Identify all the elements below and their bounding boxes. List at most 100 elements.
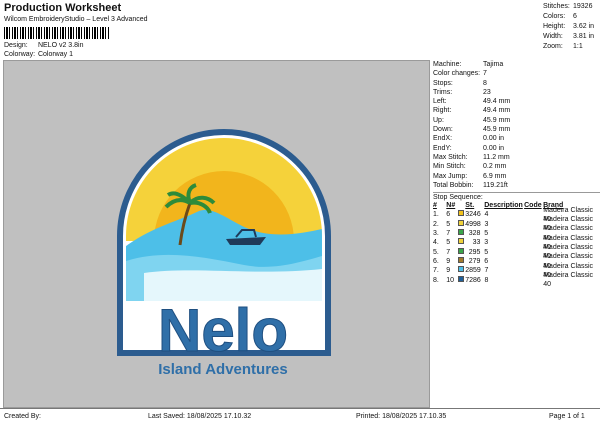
row-description: 8 bbox=[484, 276, 489, 284]
color-swatch bbox=[457, 229, 466, 238]
detail-value: 0.00 in bbox=[483, 135, 505, 143]
color-swatch-box bbox=[457, 210, 464, 217]
detail-row: Down: 45.9 mm bbox=[433, 125, 600, 134]
detail-value: 8 bbox=[483, 79, 487, 87]
color-swatch bbox=[457, 256, 466, 266]
detail-value: 49.4 mm bbox=[483, 98, 511, 106]
detail-row: Stops: 8 bbox=[433, 79, 600, 88]
detail-row: Total Bobbin: 119.21ft bbox=[433, 181, 600, 190]
design-value: NELO v2 3.8in bbox=[37, 42, 84, 49]
stat-row: Height: 3.62 in bbox=[543, 22, 600, 32]
detail-value: 6.9 mm bbox=[483, 172, 507, 180]
row-num: 6. bbox=[433, 257, 439, 265]
colorway-value: Colorway 1 bbox=[37, 51, 73, 58]
color-swatch-box bbox=[457, 256, 464, 263]
stat-row: Width: 3.81 in bbox=[543, 32, 600, 42]
row-stitches: 7286 bbox=[465, 276, 481, 284]
design-preview[interactable]: Nelo Island Adventures bbox=[3, 60, 430, 408]
design-stats: Stitches: 19326 Colors: 6 Height: 3.62 in W… bbox=[543, 2, 600, 52]
row-description: 5 bbox=[484, 230, 489, 238]
color-swatch bbox=[457, 210, 466, 219]
divider bbox=[433, 192, 600, 194]
detail-label: Down: bbox=[433, 126, 453, 134]
detail-row: Trims: 23 bbox=[433, 88, 600, 97]
row-num: 7. bbox=[433, 267, 439, 275]
detail-row: EndY: 0.00 in bbox=[433, 144, 600, 153]
row-description: 7 bbox=[484, 267, 489, 275]
sequence-title: Stop Sequence: bbox=[433, 194, 483, 202]
col-stitches: St. bbox=[465, 202, 475, 210]
footer: Created By: Last Saved: 18/08/2025 17.10… bbox=[0, 408, 600, 424]
color-swatch bbox=[457, 266, 466, 275]
stat-value: 3.81 in bbox=[573, 33, 595, 40]
detail-row: Color changes: 7 bbox=[433, 69, 600, 78]
row-needle: 5 bbox=[446, 220, 451, 228]
stat-row: Stitches: 19326 bbox=[543, 2, 600, 12]
software-name: Wilcom EmbroideryStudio – Level 3 Advanc… bbox=[4, 16, 148, 23]
row-description: 6 bbox=[484, 257, 489, 265]
detail-row: Left: 49.4 mm bbox=[433, 97, 600, 106]
detail-value: 45.9 mm bbox=[483, 116, 511, 124]
color-swatch-box bbox=[457, 266, 464, 273]
detail-value: 7 bbox=[483, 70, 487, 78]
row-num: 4. bbox=[433, 239, 439, 247]
detail-row: Min Stitch: 0.2 mm bbox=[433, 162, 600, 171]
detail-label: EndY: bbox=[433, 144, 452, 152]
row-needle: 10 bbox=[446, 276, 455, 284]
stat-label: Height: bbox=[543, 23, 566, 30]
col-num: # bbox=[433, 202, 437, 210]
detail-row: EndX: 0.00 in bbox=[433, 134, 600, 143]
row-description: 4 bbox=[484, 211, 489, 219]
color-swatch bbox=[457, 247, 466, 257]
details-panel: Machine: Tajima Color changes: 7 Stops: 8 T… bbox=[433, 60, 600, 288]
detail-row: Up: 45.9 mm bbox=[433, 116, 600, 125]
detail-row: Machine: Tajima bbox=[433, 60, 600, 69]
colorway-line: Colorway: Colorway 1 bbox=[4, 51, 73, 58]
row-description: 5 bbox=[484, 248, 489, 256]
color-swatch-box bbox=[457, 219, 464, 226]
detail-label: Color changes: bbox=[433, 70, 481, 78]
detail-label: Up: bbox=[433, 116, 444, 124]
row-needle: 6 bbox=[446, 211, 451, 219]
page-title: Production Worksheet bbox=[4, 2, 122, 14]
stat-row: Zoom: 1:1 bbox=[543, 42, 600, 52]
col-needle: N# bbox=[446, 202, 456, 210]
stat-value: 1:1 bbox=[573, 43, 583, 50]
detail-label: Machine: bbox=[433, 61, 462, 68]
detail-label: Min Stitch: bbox=[433, 163, 466, 171]
color-swatch-box bbox=[457, 229, 464, 236]
detail-label: Trims: bbox=[433, 88, 453, 96]
detail-label: Left: bbox=[433, 98, 447, 106]
detail-row: Max Stitch: 11.2 mm bbox=[433, 153, 600, 162]
stat-label: Width: bbox=[543, 33, 563, 40]
row-description: 3 bbox=[484, 220, 489, 228]
row-needle: 9 bbox=[446, 257, 451, 265]
stat-label: Colors: bbox=[543, 13, 566, 20]
row-stitches: 3246 bbox=[465, 211, 481, 219]
row-stitches: 33 bbox=[472, 239, 481, 247]
stat-value: 3.62 in bbox=[573, 23, 595, 30]
col-description: Description bbox=[484, 202, 523, 210]
col-code: Code bbox=[524, 202, 542, 210]
design-label: Design: bbox=[4, 42, 28, 49]
row-brand: Madeira Classic 40 bbox=[543, 271, 594, 289]
color-swatch bbox=[457, 219, 466, 229]
detail-value: 119.21ft bbox=[483, 181, 508, 189]
row-description: 3 bbox=[484, 239, 489, 247]
detail-row: Max Jump: 6.9 mm bbox=[433, 172, 600, 181]
detail-value: 11.2 mm bbox=[483, 153, 510, 161]
row-stitches: 2859 bbox=[465, 267, 481, 275]
logo-sub-text: Island Adventures bbox=[158, 361, 287, 378]
detail-value: 0.00 in bbox=[483, 144, 505, 152]
color-swatch-box bbox=[457, 247, 464, 254]
detail-label: Right: bbox=[433, 107, 452, 115]
row-num: 1. bbox=[433, 211, 439, 219]
detail-row: Right: 49.4 mm bbox=[433, 106, 600, 115]
embroidery-logo: Nelo Island Adventures bbox=[117, 129, 331, 378]
detail-label: Stops: bbox=[433, 79, 453, 87]
detail-value: 23 bbox=[483, 88, 491, 96]
created-by: Created By: bbox=[4, 413, 41, 420]
row-needle: 7 bbox=[446, 248, 451, 256]
row-num: 8. bbox=[433, 276, 439, 284]
color-swatch-box bbox=[457, 275, 464, 282]
